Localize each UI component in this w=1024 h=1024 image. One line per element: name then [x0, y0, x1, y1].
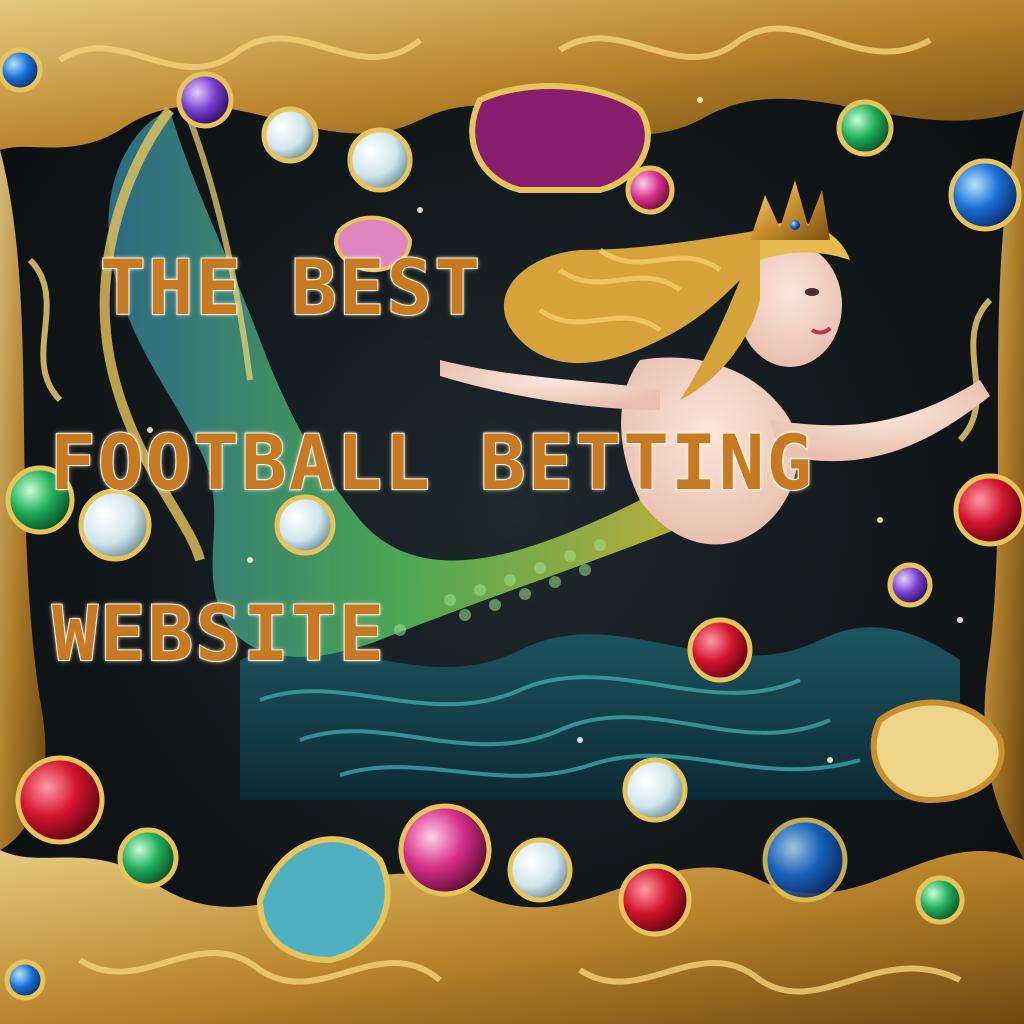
caption-line-1: THE BEST [99, 243, 483, 332]
artwork-canvas: THE BEST FOOTBALL BETTING WEBSITE [0, 0, 1024, 1024]
mermaid-artwork [0, 0, 1024, 1024]
caption-line-2: FOOTBALL BETTING [49, 418, 815, 507]
mermaid-tail [99, 106, 701, 657]
caption-line-3: WEBSITE [51, 589, 387, 678]
